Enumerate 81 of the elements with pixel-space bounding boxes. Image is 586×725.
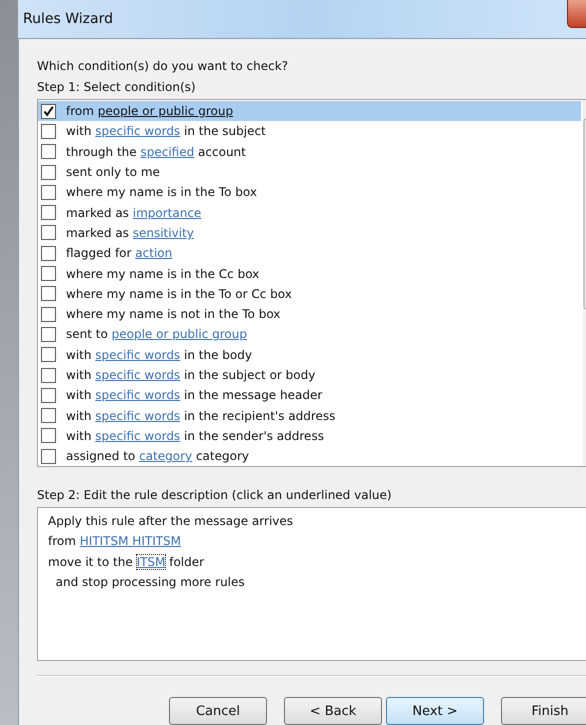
condition-link[interactable]: category bbox=[139, 449, 192, 464]
condition-link[interactable]: specific words bbox=[95, 368, 180, 382]
condition-link[interactable]: specified bbox=[140, 144, 194, 159]
checkbox[interactable] bbox=[41, 205, 56, 220]
condition-item[interactable]: marked as importance bbox=[38, 202, 581, 223]
condition-item[interactable]: with specific words in the body bbox=[38, 344, 581, 365]
step-label: Step 2: Edit the rule description (click an underlined value) bbox=[37, 487, 393, 504]
condition-link[interactable]: specific words bbox=[95, 124, 180, 138]
checkbox[interactable] bbox=[41, 266, 56, 282]
checkbox[interactable] bbox=[41, 368, 56, 382]
condition-item[interactable]: with specific words in the subject bbox=[38, 121, 581, 142]
condition-link[interactable]: importance bbox=[132, 206, 202, 220]
condition-label: with specific words in the subject or body bbox=[66, 368, 316, 382]
condition-item[interactable]: where my name is not in the To box bbox=[38, 304, 581, 324]
condition-label: where my name is in the To or Cc box bbox=[66, 286, 292, 301]
checkbox[interactable] bbox=[41, 124, 56, 139]
condition-label: through the specified account bbox=[66, 144, 246, 159]
condition-link[interactable]: specific words bbox=[95, 408, 180, 423]
checkbox[interactable] bbox=[41, 306, 56, 322]
condition-item[interactable]: flagged for action bbox=[38, 243, 581, 264]
condition-link[interactable]: people or public group bbox=[112, 327, 247, 342]
condition-item[interactable]: from people or public group bbox=[38, 101, 581, 122]
description-line: Apply this rule after the message arrives bbox=[48, 513, 294, 530]
step-label: Step 1: Select condition(s) bbox=[37, 79, 197, 96]
dialog-button[interactable]: Next > bbox=[386, 697, 484, 725]
condition-item[interactable]: assigned to category category bbox=[38, 446, 581, 466]
checkbox[interactable] bbox=[41, 428, 56, 444]
condition-label: assigned to category category bbox=[66, 449, 249, 464]
condition-link[interactable]: sensitivity bbox=[132, 226, 194, 240]
condition-item[interactable]: where my name is in the To box bbox=[38, 182, 581, 202]
dialog-button[interactable]: Cancel bbox=[169, 697, 267, 725]
condition-label: with specific words in the subject bbox=[66, 124, 266, 138]
checkbox[interactable] bbox=[41, 388, 56, 403]
condition-item[interactable]: with specific words in the subject or body bbox=[38, 364, 581, 386]
condition-label: where my name is in the Cc box bbox=[66, 266, 260, 281]
condition-item[interactable]: sent only to me bbox=[38, 162, 581, 182]
checkbox[interactable] bbox=[41, 448, 56, 464]
checkbox[interactable] bbox=[41, 347, 56, 362]
checkbox[interactable] bbox=[41, 246, 56, 261]
condition-link[interactable]: specific words bbox=[95, 388, 180, 402]
description-line: and stop processing more rules bbox=[54, 574, 246, 591]
condition-item[interactable]: sent to people or public group bbox=[38, 324, 581, 345]
condition-label: where my name is not in the To box bbox=[66, 307, 280, 322]
condition-label: flagged for action bbox=[66, 246, 172, 260]
condition-item[interactable]: through the specified account bbox=[38, 142, 581, 162]
condition-label: where my name is in the To box bbox=[66, 185, 257, 200]
condition-label: from people or public group bbox=[66, 104, 234, 118]
description-line: from HITITSM HITITSM bbox=[48, 533, 182, 550]
checkbox[interactable] bbox=[41, 326, 56, 342]
condition-link[interactable]: specific words bbox=[95, 428, 180, 443]
condition-item[interactable]: with specific words in the recipient's address bbox=[38, 405, 581, 426]
condition-item[interactable]: where my name is in the To or Cc box bbox=[38, 284, 581, 304]
condition-link[interactable]: people or public group bbox=[98, 104, 234, 118]
condition-link[interactable]: specific words bbox=[95, 348, 180, 362]
condition-label: sent only to me bbox=[66, 165, 160, 180]
condition-label: with specific words in the sender's address bbox=[66, 428, 324, 443]
checkbox[interactable] bbox=[41, 104, 56, 119]
condition-link[interactable]: action bbox=[135, 246, 172, 260]
condition-item[interactable]: where my name is in the Cc box bbox=[38, 263, 581, 284]
checkbox[interactable] bbox=[41, 408, 56, 424]
checkbox[interactable] bbox=[41, 164, 56, 180]
checkbox[interactable] bbox=[41, 144, 56, 160]
description-link[interactable]: HITITSM HITITSM bbox=[80, 534, 182, 548]
checkbox[interactable] bbox=[41, 225, 56, 240]
description-link[interactable]: ITSM bbox=[136, 554, 166, 569]
condition-label: sent to people or public group bbox=[66, 327, 247, 342]
window-title: Rules Wizard bbox=[23, 11, 113, 27]
checkbox[interactable] bbox=[41, 184, 56, 200]
dialog-button[interactable]: < Back bbox=[284, 697, 382, 725]
condition-label: marked as importance bbox=[66, 206, 202, 220]
prompt-text: Which condition(s) do you want to check? bbox=[37, 58, 290, 75]
dialog-button[interactable]: Finish bbox=[501, 697, 586, 725]
condition-label: with specific words in the recipient's address bbox=[66, 408, 336, 423]
condition-item[interactable]: with specific words in the message header bbox=[38, 385, 581, 406]
condition-label: marked as sensitivity bbox=[66, 226, 194, 240]
condition-label: with specific words in the message header bbox=[66, 388, 322, 402]
condition-item[interactable]: with specific words in the sender's address bbox=[38, 426, 581, 446]
checkbox[interactable] bbox=[41, 286, 56, 302]
description-line: move it to the ITSM folder bbox=[48, 554, 206, 571]
condition-item[interactable]: marked as sensitivity bbox=[38, 222, 581, 244]
condition-label: with specific words in the body bbox=[66, 348, 252, 362]
